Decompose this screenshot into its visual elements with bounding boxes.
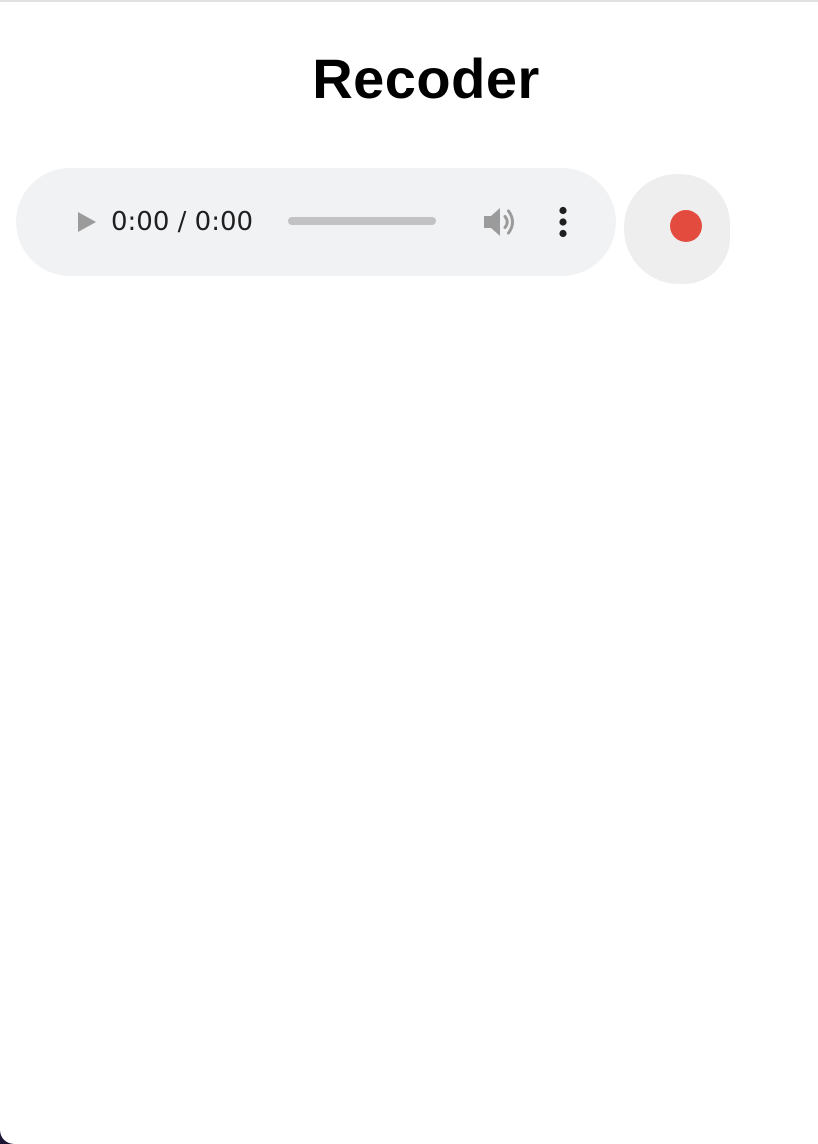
progress-slider[interactable] xyxy=(288,217,436,225)
play-icon xyxy=(78,212,96,232)
page-title: Recoder xyxy=(312,47,540,110)
volume-icon xyxy=(484,208,514,236)
record-button[interactable] xyxy=(624,174,730,284)
volume-button[interactable] xyxy=(482,203,520,241)
app-surface: Recoder 0:00 / 0:00 xyxy=(0,0,818,1144)
play-button[interactable] xyxy=(70,204,102,240)
more-options-button[interactable] xyxy=(548,202,578,242)
more-vertical-icon xyxy=(559,206,567,238)
record-dot-icon xyxy=(670,210,702,242)
audio-player: 0:00 / 0:00 xyxy=(16,168,616,276)
time-display: 0:00 / 0:00 xyxy=(111,207,254,237)
